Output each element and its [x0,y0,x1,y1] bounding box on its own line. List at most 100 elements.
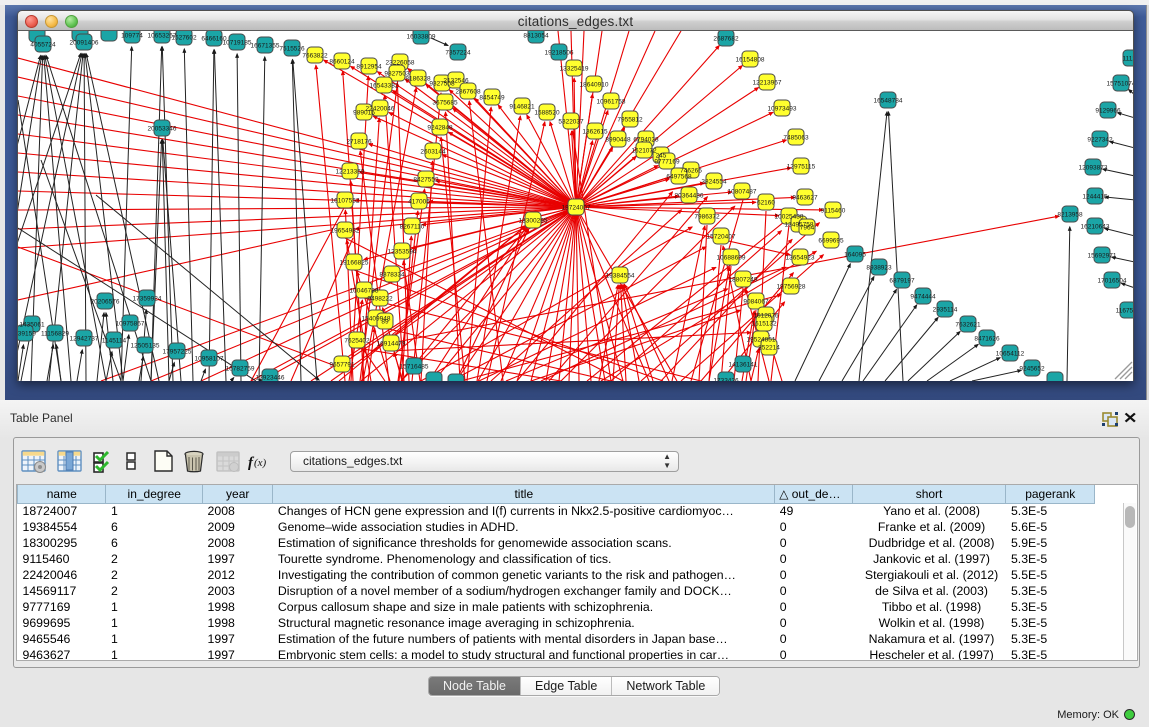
svg-text:19384554: 19384554 [606,273,635,280]
svg-text:10688609: 10688609 [717,255,746,262]
svg-text:10719185: 10719185 [223,40,252,47]
svg-text:7986372: 7986372 [694,214,720,221]
svg-text:16543382: 16543382 [370,83,399,90]
svg-text:8938923: 8938923 [866,265,892,272]
svg-text:1435061: 1435061 [19,322,45,329]
svg-text:9129966: 9129966 [1095,108,1121,115]
svg-text:2718176: 2718176 [346,139,372,146]
svg-text:8427552: 8427552 [413,177,439,184]
svg-text:6497568: 6497568 [666,174,692,181]
svg-text:9498222: 9498222 [367,296,393,303]
svg-text:1527602: 1527602 [171,35,197,42]
svg-text:12213369: 12213369 [336,169,365,176]
svg-text:10973493: 10973493 [768,106,797,113]
svg-text:16107552: 16107552 [331,198,360,205]
svg-text:15692971: 15692971 [1088,253,1117,260]
svg-text:2935114: 2935114 [933,307,958,314]
svg-text:9463627: 9463627 [792,195,818,202]
svg-text:13654923: 13654923 [786,255,815,262]
svg-text:18724007: 18724007 [562,205,591,212]
svg-text:16033809: 16033809 [407,34,436,41]
svg-text:7515526: 7515526 [279,46,305,53]
svg-text:2603144: 2603144 [420,149,446,156]
svg-text:7357224: 7357224 [445,50,471,57]
svg-text:19524851: 19524851 [747,337,776,344]
svg-text:10807487: 10807487 [728,189,757,196]
svg-text:5322037: 5322037 [558,119,584,126]
svg-text:9227342: 9227342 [1087,137,1113,144]
svg-text:16154808: 16154808 [736,57,765,64]
svg-text:8660124: 8660124 [329,59,355,66]
svg-text:9474444: 9474444 [910,294,936,301]
svg-text:18300295: 18300295 [519,218,548,225]
svg-text:8454749: 8454749 [479,95,505,102]
svg-text:11123: 11123 [1122,56,1134,63]
svg-text:8912954: 8912954 [356,64,382,71]
svg-text:8878334: 8878334 [379,272,405,279]
svg-text:1167533: 1167533 [1116,308,1134,315]
svg-text:8813054: 8813054 [523,33,549,40]
svg-text:16548784: 16548784 [874,98,903,105]
svg-text:8267110: 8267110 [400,224,425,231]
svg-text:2687682: 2687682 [713,36,739,43]
svg-text:10975867: 10975867 [116,321,145,328]
svg-text:18807249: 18807249 [729,277,758,284]
svg-text:20053346: 20053346 [148,126,177,133]
svg-text:10025438: 10025438 [775,214,804,221]
svg-text:1612076: 1612076 [753,313,779,320]
svg-text:10046788: 10046788 [350,288,379,295]
svg-text:8213958: 8213958 [1057,212,1083,219]
svg-text:(x): (x) [254,457,267,469]
svg-text:15720407: 15720407 [707,234,736,241]
svg-text:989016: 989016 [353,110,375,117]
svg-text:1362615: 1362615 [582,129,608,136]
svg-text:17016504: 17016504 [1098,278,1127,285]
svg-text:164095: 164095 [844,252,866,259]
svg-text:7485063: 7485063 [783,135,809,142]
svg-text:239159: 239159 [18,331,36,338]
svg-text:23226058: 23226058 [386,60,415,67]
svg-text:10958107: 10958107 [195,356,224,363]
svg-text:19654982: 19654982 [331,228,360,235]
svg-text:14136141: 14136141 [729,362,758,369]
svg-text:16671355: 16671355 [251,43,280,50]
svg-text:1733426: 1733426 [713,378,739,382]
svg-text:8471626: 8471626 [974,336,1000,343]
svg-text:12923446: 12923446 [256,375,285,382]
svg-text:252214: 252214 [758,345,780,352]
svg-text:9242848: 9242848 [427,125,453,132]
svg-text:15716485: 15716485 [400,364,429,371]
svg-text:109774: 109774 [121,33,143,40]
svg-text:7625402: 7625402 [344,338,370,345]
svg-text:12353594: 12353594 [388,249,417,256]
svg-text:1621072: 1621072 [631,148,657,155]
svg-text:15751074: 15751074 [1107,81,1134,88]
svg-text:6879197: 6879197 [889,278,915,285]
svg-text:10654112: 10654112 [996,351,1025,358]
svg-text:6794028: 6794028 [633,137,659,144]
svg-text:3675685: 3675685 [432,100,458,107]
svg-text:7663822: 7663822 [302,53,328,60]
svg-text:8186328: 8186328 [405,76,431,83]
svg-text:1588520: 1588520 [534,110,560,117]
svg-text:9657791: 9657791 [329,362,355,369]
svg-text:11156829: 11156829 [41,331,69,338]
svg-text:7964: 7964 [800,225,815,232]
svg-text:12093873: 12093873 [1079,165,1108,172]
svg-text:8990448: 8990448 [605,137,631,144]
svg-text:9115460: 9115460 [821,208,846,215]
svg-text:17957225: 17957225 [163,349,192,356]
svg-text:19218506: 19218506 [545,50,574,57]
svg-text:1244415: 1244415 [1082,194,1108,201]
svg-text:3824554: 3824554 [701,179,727,186]
svg-text:16782759: 16782759 [226,366,255,373]
svg-text:7632621: 7632621 [955,322,981,329]
svg-text:17359924: 17359924 [133,296,162,303]
svg-text:13325419: 13325419 [560,66,589,73]
svg-text:10961758: 10961758 [597,99,626,106]
svg-text:2867608: 2867608 [455,89,481,96]
svg-text:12505135: 12505135 [131,343,160,350]
svg-text:20091406: 20091406 [70,40,99,47]
svg-text:9146821: 9146821 [509,104,535,111]
svg-text:2132546: 2132546 [443,78,469,85]
